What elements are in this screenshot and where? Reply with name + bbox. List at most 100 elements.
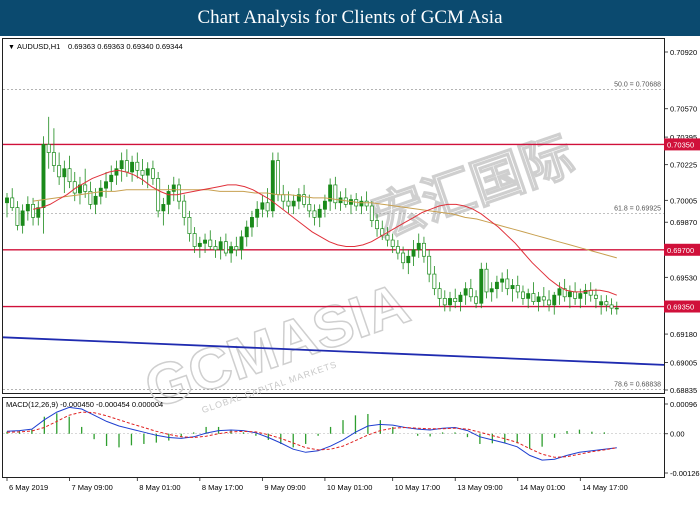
candle-body <box>93 195 98 205</box>
candle-body <box>515 285 520 293</box>
time-tick-label: 10 May 01:00 <box>327 483 372 492</box>
candle-body <box>599 301 604 306</box>
candle-body <box>161 204 166 212</box>
candle-body <box>124 160 129 173</box>
fib-level-label: 50.0 = 0.70688 <box>614 82 661 89</box>
candle-body <box>489 288 494 293</box>
candle-body <box>421 242 426 257</box>
candle-body <box>20 210 25 226</box>
candle-body <box>500 278 505 283</box>
chart-area: GCMASIA 宏汇国际 GLOBAL CAPITAL MARKETS 50.0… <box>0 36 700 500</box>
price-tick-label: 0.70005 <box>670 196 697 205</box>
symbol-label: AUDUSD,H1 <box>17 42 60 51</box>
candle-body <box>276 160 280 196</box>
candle-body <box>25 204 30 212</box>
candle-body <box>51 152 56 166</box>
candle-body <box>390 239 395 247</box>
candle-body <box>57 165 62 178</box>
candle-body <box>15 207 20 226</box>
candle-body <box>614 307 619 310</box>
candle-body <box>156 178 161 212</box>
candle-body <box>401 252 406 264</box>
candle <box>479 262 484 309</box>
candle-body <box>453 298 458 302</box>
macd-label: MACD(12,26,9) -0.000450 -0.000454 0.0000… <box>6 400 163 409</box>
candle-body <box>578 293 583 299</box>
time-tick-label: 10 May 17:00 <box>395 483 440 492</box>
level-tag-label: 0.69350 <box>667 303 694 312</box>
candle-body <box>593 294 598 299</box>
candle-body <box>244 226 249 238</box>
candle-body <box>46 144 51 153</box>
level-tag-label: 0.69700 <box>667 246 694 255</box>
time-tick-label: 6 May 2019 <box>9 483 48 492</box>
candle-body <box>541 296 546 301</box>
time-tick-label: 13 May 09:00 <box>457 483 502 492</box>
price-tick-label: 0.69180 <box>670 330 697 339</box>
candle-body <box>177 184 181 202</box>
candle <box>270 152 275 218</box>
candle-body <box>5 197 9 204</box>
candle-body <box>291 200 296 207</box>
time-tick-label: 14 May 01:00 <box>520 483 565 492</box>
candle-body <box>531 293 536 302</box>
price-tick-label: 0.70920 <box>670 48 697 57</box>
candle-body <box>609 304 614 309</box>
candle-body <box>567 291 572 298</box>
candle-body <box>62 168 67 178</box>
candle-body <box>364 200 369 207</box>
candle-body <box>322 200 327 210</box>
candle-body <box>526 293 531 299</box>
candle-body <box>166 191 171 205</box>
candle-body <box>83 184 88 192</box>
candle-body <box>286 200 291 207</box>
macd-tick-label: -0.001267 <box>670 469 700 478</box>
candle <box>156 171 161 218</box>
candle-body <box>536 296 541 302</box>
candle-body <box>281 194 286 202</box>
candle-body <box>385 234 390 241</box>
candle-body <box>213 246 218 251</box>
candle-body <box>67 168 72 183</box>
candle-body <box>250 217 254 228</box>
candle-body <box>114 168 119 176</box>
candle-body <box>109 174 114 183</box>
time-tick-label: 9 May 09:00 <box>264 483 305 492</box>
candle-body <box>521 291 525 299</box>
price-tick-label: 0.70570 <box>670 105 697 114</box>
fib-level-label: 61.8 = 0.69925 <box>614 205 661 212</box>
candle-body <box>197 242 202 247</box>
candle-body <box>406 255 411 264</box>
candle-body <box>36 207 41 218</box>
candle-body <box>359 200 364 207</box>
candle-body <box>104 181 108 189</box>
candle-body <box>140 169 145 176</box>
banner-title: Chart Analysis for Clients of GCM Asia <box>0 0 700 36</box>
candle-body <box>234 246 239 251</box>
candle-body <box>192 233 197 247</box>
time-tick-label: 8 May 17:00 <box>202 483 243 492</box>
candle-body <box>369 205 374 221</box>
candle-body <box>119 160 124 170</box>
candle-body <box>505 278 510 290</box>
candle-body <box>317 208 322 218</box>
candle-body <box>458 294 463 302</box>
collapse-arrow-icon[interactable]: ▼ <box>8 44 15 51</box>
candle-body <box>130 161 135 173</box>
candle-body <box>31 204 36 218</box>
chart-background <box>0 36 700 500</box>
candle-body <box>427 255 432 275</box>
candle-body <box>494 281 499 290</box>
candle-body <box>229 246 234 254</box>
time-tick-label: 8 May 01:00 <box>139 483 180 492</box>
candle-body <box>380 228 385 236</box>
ohlc-label: 0.69363 0.69363 0.69340 0.69344 <box>68 42 183 51</box>
level-tag-label: 0.70350 <box>667 140 694 149</box>
price-tick-label: 0.70225 <box>670 161 697 170</box>
fib-level-label: 78.6 = 0.68838 <box>614 382 661 389</box>
candle-body <box>442 298 447 306</box>
candle-body <box>484 268 489 293</box>
candle-body <box>223 241 228 254</box>
candle-body <box>182 200 187 218</box>
candle-body <box>573 291 578 299</box>
